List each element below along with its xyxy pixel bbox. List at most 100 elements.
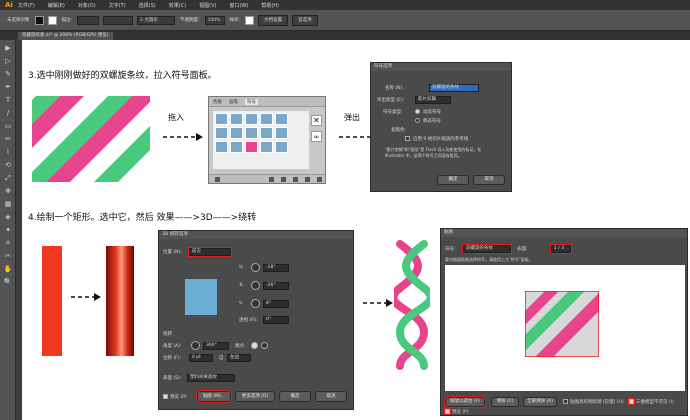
ok-button[interactable]: 确定 — [279, 391, 311, 402]
symbol-select[interactable]: 双螺旋的条纹 — [462, 244, 512, 254]
symbol-thumbnail[interactable] — [230, 141, 243, 153]
menu-effect[interactable]: 效果(C) — [169, 2, 186, 9]
tool-icon[interactable]: ✏ — [3, 135, 13, 144]
delete-icon[interactable] — [317, 177, 322, 182]
close-icon[interactable]: ✕ — [311, 115, 322, 126]
stroke-weight-field[interactable] — [77, 15, 100, 25]
symbol-thumbnail[interactable] — [260, 113, 273, 125]
static-radio[interactable] — [415, 118, 420, 123]
cap-on-icon[interactable] — [251, 342, 258, 349]
position-select[interactable]: 前方 — [188, 247, 232, 257]
tab-brushes[interactable]: 画笔 — [229, 99, 238, 105]
tool-icon[interactable]: ✂ — [3, 252, 13, 261]
menu-object[interactable]: 对象(O) — [78, 2, 96, 9]
angle-dial[interactable] — [191, 341, 200, 350]
symbol-thumbnail[interactable] — [275, 113, 288, 125]
tool-icon[interactable]: ◈ — [3, 213, 13, 222]
stripe-artwork[interactable] — [32, 96, 150, 182]
document-setup-button[interactable]: 文档设置 — [258, 14, 289, 26]
variable-width-field[interactable] — [103, 15, 134, 25]
opacity-field[interactable]: 100% — [204, 15, 225, 25]
ok-button[interactable]: 确定 — [437, 175, 469, 185]
new-symbol-icon[interactable] — [305, 177, 310, 182]
library-icon[interactable] — [215, 177, 220, 182]
symbol-thumbnail[interactable] — [260, 141, 273, 153]
cap-off-icon[interactable] — [261, 342, 268, 349]
tool-icon[interactable]: ▶ — [3, 44, 13, 53]
preview-checkbox[interactable] — [163, 394, 168, 399]
menu-view[interactable]: 视图(V) — [199, 2, 216, 9]
tool-icon[interactable]: ✥ — [3, 187, 13, 196]
menu-select[interactable]: 选择(S) — [139, 2, 156, 9]
link-icon[interactable]: ∞ — [311, 131, 322, 142]
symbol-thumbnail[interactable] — [245, 127, 258, 139]
surface-select[interactable]: 塑料效果底纹 — [187, 374, 235, 382]
x-angle-field[interactable]: -18° — [263, 264, 289, 272]
offset-field[interactable]: 0 pt — [189, 354, 213, 362]
red-rectangle[interactable] — [42, 246, 62, 356]
cancel-button[interactable]: 取消 — [473, 175, 505, 185]
surface-field[interactable]: 1 / 3 — [550, 244, 572, 254]
x-angle-dial[interactable] — [251, 263, 260, 272]
tool-icon[interactable]: ✦ — [3, 226, 13, 235]
z-angle-dial[interactable] — [251, 299, 260, 308]
tool-icon[interactable]: ▷ — [3, 57, 13, 66]
y-angle-dial[interactable] — [251, 281, 260, 290]
document-tab[interactable]: 双螺旋绞索.ai* @ 208% (RGB/GPU 预览) — [18, 32, 113, 40]
menu-help[interactable]: 帮助(H) — [261, 2, 279, 9]
tool-icon[interactable]: ⌇ — [3, 148, 13, 157]
symbol-thumbnail[interactable] — [215, 113, 228, 125]
stroke-swatch[interactable] — [47, 15, 57, 25]
export-type-select[interactable]: 影片剪辑 — [415, 96, 451, 104]
symbol-thumbnail[interactable] — [215, 141, 228, 153]
place-symbol-icon[interactable] — [269, 177, 274, 182]
break-link-icon[interactable] — [281, 177, 286, 182]
tool-icon[interactable]: T — [3, 96, 13, 105]
tool-icon[interactable]: 🔍 — [3, 278, 13, 287]
fill-swatch[interactable] — [34, 15, 44, 25]
new-stripe-symbol[interactable] — [245, 141, 258, 153]
tool-icon[interactable]: ▭ — [3, 122, 13, 131]
tool-icon[interactable]: / — [3, 109, 13, 118]
position-cube-preview[interactable] — [185, 279, 217, 315]
invisible-geometry-checkbox[interactable] — [628, 398, 635, 405]
guides-checkbox[interactable] — [405, 136, 410, 141]
revolved-cylinder[interactable] — [106, 246, 134, 356]
style-swatch[interactable] — [245, 15, 255, 25]
symbol-thumbnail[interactable] — [230, 113, 243, 125]
tab-swatches[interactable]: 色板 — [213, 99, 222, 105]
angle-field[interactable]: 360° — [203, 342, 229, 350]
scale-to-fit-button[interactable]: 缩放以适合 (F) — [444, 396, 486, 408]
cancel-button[interactable]: 取消 — [315, 391, 347, 402]
tool-icon[interactable]: ✒ — [3, 83, 13, 92]
preview-checkbox[interactable] — [444, 408, 451, 415]
symbol-options-icon[interactable] — [293, 177, 298, 182]
symbol-thumbnail[interactable] — [260, 127, 273, 139]
clear-button[interactable]: 清除 (C) — [491, 397, 519, 407]
tool-icon[interactable]: ⟲ — [3, 161, 13, 170]
tool-icon[interactable]: ⤢ — [3, 174, 13, 183]
clear-all-button[interactable]: 全部清除 (A) — [523, 397, 557, 407]
map-button[interactable]: 贴图 (M)... — [196, 390, 232, 403]
preferences-button[interactable]: 首选项 — [292, 14, 318, 26]
menu-edit[interactable]: 编辑(E) — [48, 2, 65, 9]
from-select[interactable]: 左边 — [227, 354, 251, 362]
tool-icon[interactable]: ✎ — [3, 70, 13, 79]
name-field[interactable]: 双螺旋的条纹 — [429, 84, 479, 92]
shade-artwork-checkbox[interactable] — [563, 399, 568, 404]
menu-type[interactable]: 文字(T) — [109, 2, 126, 9]
tool-icon[interactable]: ▦ — [3, 200, 13, 209]
map-preview-area[interactable] — [445, 265, 685, 391]
symbol-thumbnail[interactable] — [245, 113, 258, 125]
dynamic-radio[interactable] — [415, 109, 420, 114]
tool-icon[interactable]: ✋ — [3, 265, 13, 274]
symbol-thumbnail[interactable] — [230, 127, 243, 139]
menu-window[interactable]: 窗口(W) — [229, 2, 248, 9]
tool-icon[interactable]: ⌗ — [3, 239, 13, 248]
more-options-button[interactable]: 更多选项 (O) — [235, 391, 275, 402]
symbol-thumbnail[interactable] — [215, 127, 228, 139]
z-angle-field[interactable]: 8° — [263, 300, 289, 308]
tab-symbols[interactable]: 符号 — [245, 99, 258, 105]
brush-field[interactable]: 2 点圆形 — [137, 15, 176, 25]
menu-file[interactable]: 文件(F) — [18, 2, 35, 9]
